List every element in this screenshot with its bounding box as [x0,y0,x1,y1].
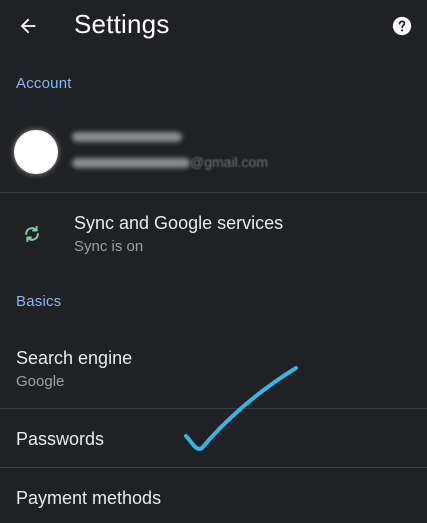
avatar [14,130,58,174]
search-engine-value: Google [16,373,65,390]
sync-title: Sync and Google services [74,213,284,233]
sync-google-services-row[interactable]: Sync and Google services Sync is on [0,193,427,275]
app-bar: Settings [0,0,427,56]
payment-methods-row[interactable]: Payment methods [0,468,427,523]
payment-methods-title: Payment methods [16,488,162,508]
back-button[interactable] [14,12,42,40]
account-profile-row[interactable]: @gmail.com [0,116,427,192]
account-name-redacted [72,132,182,142]
help-circle-icon [392,16,412,36]
account-email-domain: @gmail.com [190,154,269,170]
sync-icon [25,225,39,243]
passwords-title: Passwords [16,429,105,449]
section-header-basics: Basics [16,293,62,310]
section-header-account: Account [16,75,72,92]
search-engine-title: Search engine [16,348,133,368]
arrow-left-icon [20,18,36,34]
page-title: Settings [74,9,170,39]
search-engine-row[interactable]: Search engine Google [0,336,427,408]
account-email-redacted [72,158,190,168]
passwords-row[interactable]: Passwords [0,409,427,467]
sync-status: Sync is on [74,238,144,255]
help-button[interactable] [391,15,413,37]
